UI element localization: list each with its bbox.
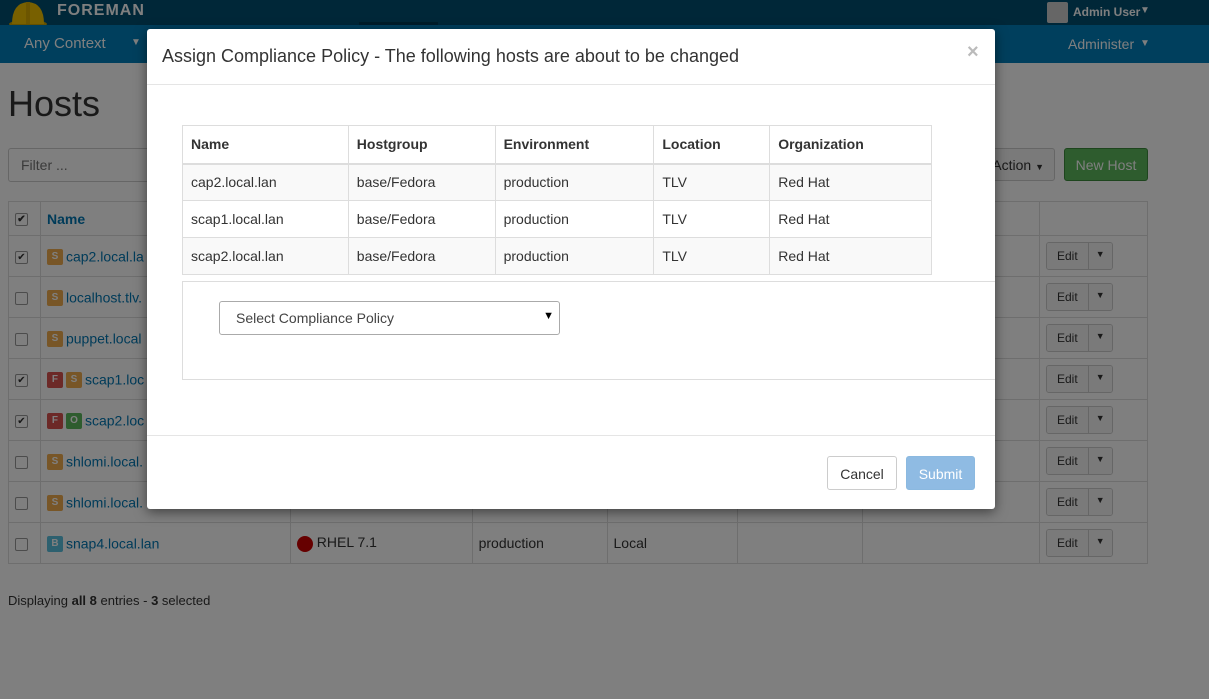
table-cell: production xyxy=(494,237,655,275)
modal-footer: Cancel Submit xyxy=(147,435,995,509)
policy-panel: Select Compliance Policy ▼ xyxy=(182,281,995,380)
column-name: Name xyxy=(182,125,349,165)
cancel-button[interactable]: Cancel xyxy=(827,456,897,490)
table-cell: production xyxy=(494,163,655,201)
table-cell: scap1.local.lan xyxy=(182,200,349,238)
table-cell: base/Fedora xyxy=(347,237,496,275)
changed-hosts-header: Name Hostgroup Environment Location Orga… xyxy=(182,125,932,165)
submit-button[interactable]: Submit xyxy=(906,456,975,490)
close-icon[interactable]: × xyxy=(967,41,979,64)
table-cell: TLV xyxy=(653,237,771,275)
compliance-policy-select[interactable]: Select Compliance Policy ▼ xyxy=(219,301,560,335)
column-environment: Environment xyxy=(494,125,655,165)
table-cell: scap2.local.lan xyxy=(182,237,349,275)
table-cell: Red Hat xyxy=(769,237,932,275)
table-row: scap1.local.lan base/Fedora production TLV R… xyxy=(182,200,932,238)
table-cell: TLV xyxy=(653,163,771,201)
table-cell: Red Hat xyxy=(769,200,932,238)
column-hostgroup: Hostgroup xyxy=(347,125,496,165)
table-row: cap2.local.lan base/Fedora production TLV Re… xyxy=(182,163,932,201)
table-cell: Red Hat xyxy=(769,163,932,201)
modal-header: Assign Compliance Policy - The following… xyxy=(147,29,995,85)
policy-select-value: Select Compliance Policy xyxy=(236,310,394,326)
column-location: Location xyxy=(653,125,771,165)
column-organization: Organization xyxy=(769,125,932,165)
assign-policy-modal: Assign Compliance Policy - The following… xyxy=(147,29,995,509)
table-row: scap2.local.lan base/Fedora production TLV R… xyxy=(182,237,932,275)
modal-title: Assign Compliance Policy - The following… xyxy=(162,46,740,66)
table-cell: production xyxy=(494,200,655,238)
changed-hosts-table: Name Hostgroup Environment Location Orga… xyxy=(182,125,932,275)
table-cell: cap2.local.lan xyxy=(182,163,349,201)
table-cell: base/Fedora xyxy=(347,163,496,201)
caret-down-icon: ▼ xyxy=(543,310,554,322)
table-cell: base/Fedora xyxy=(347,200,496,238)
table-cell: TLV xyxy=(653,200,771,238)
